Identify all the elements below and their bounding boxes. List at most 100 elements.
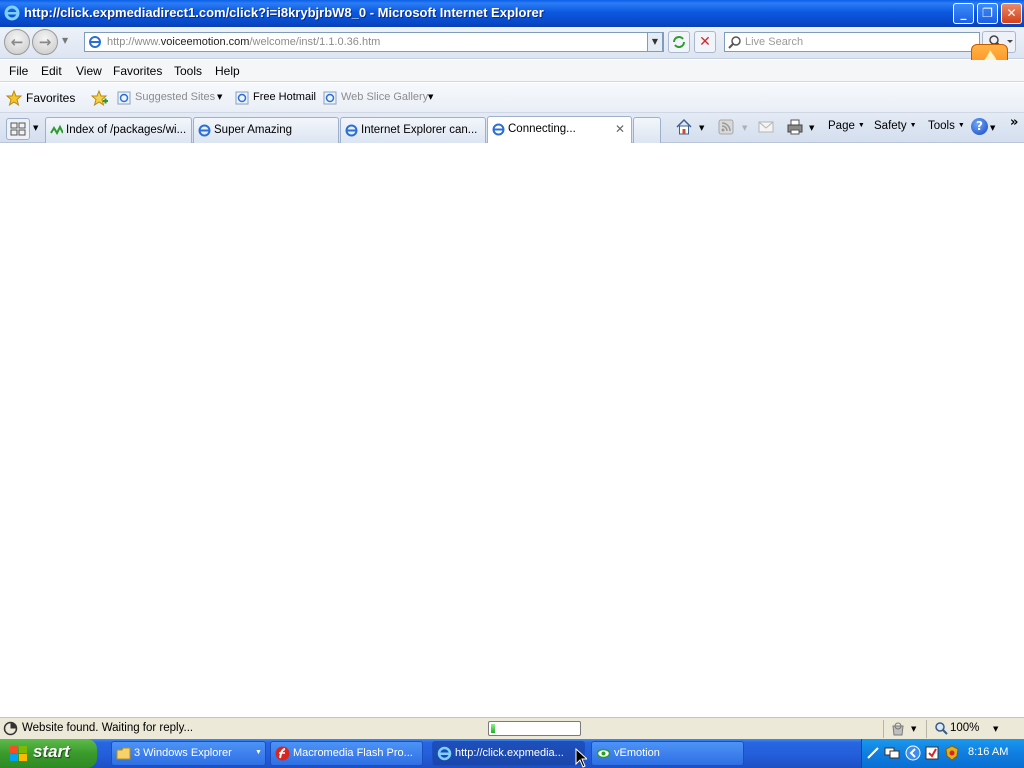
free-hotmail-link[interactable]: Free Hotmail [253,91,316,103]
star-icon [6,90,22,106]
help-dropdown-icon[interactable]: ▼ [990,124,995,132]
tray-security-icon[interactable] [924,745,940,761]
page-menu-label: Page [828,120,855,132]
favorites-bar: Favorites Suggested Sites ▼ Free Hotmail… [0,83,1024,113]
tab-super-amazing[interactable]: Super Amazing [193,117,339,143]
safety-caret-icon: ▼ [909,122,917,130]
system-tray: 8:16 AM [861,739,1024,768]
suggested-sites-link[interactable]: Suggested Sites [135,91,215,103]
menu-bar: File Edit View Favorites Tools Help [0,60,1024,82]
print-icon[interactable] [786,118,804,136]
menu-view[interactable]: View [76,64,102,78]
address-dropdown-button[interactable]: ▼ [647,32,663,52]
menu-help[interactable]: Help [215,64,240,78]
address-bar[interactable]: http://www.voiceemotion.com/welcome/inst… [84,32,664,52]
tray-back-icon[interactable] [905,745,921,761]
start-label: start [33,742,70,761]
stop-button[interactable]: ✕ [694,31,716,53]
tray-network-icon[interactable] [884,745,900,761]
tools-caret-icon: ▼ [957,122,965,130]
zoom-dropdown-icon: ▼ [993,725,999,733]
tools-menu-label: Tools [928,120,955,132]
search-input[interactable]: Live Search [724,32,980,52]
ie-page-icon [345,124,358,137]
tab-internet-explorer-cannot[interactable]: Internet Explorer can... [340,117,486,143]
minimize-button[interactable]: _ [953,3,974,24]
window-title-bar[interactable]: http://click.expmediadirect1.com/click?i… [0,0,1024,27]
suggested-sites-dropdown-icon[interactable]: ▼ [217,93,222,101]
new-tab-button[interactable] [633,117,661,143]
toolbar-overflow-icon[interactable]: » [1010,115,1018,130]
close-button[interactable]: ✕ [1001,3,1022,24]
task-label: http://click.expmedia... [455,747,564,759]
favorites-button[interactable]: Favorites [6,88,76,108]
progress-fill [491,724,495,733]
ie-logo-icon [4,5,20,21]
tab-row: ▼ Index of /packages/wi... Super Amazing… [0,113,1024,143]
web-slice-dropdown-icon[interactable]: ▼ [428,93,433,101]
page-icon [89,36,101,48]
status-bar: Website found. Waiting for reply... ▼ 10… [0,717,1024,739]
back-button[interactable]: ← [4,29,30,55]
search-icon [728,36,741,49]
tray-shield-icon[interactable] [944,745,960,761]
task-label: vEmotion [614,747,660,759]
task-windows-explorer[interactable]: 3 Windows Explorer ▼ [111,741,266,766]
window-title: http://click.expmediadirect1.com/click?i… [24,5,544,20]
help-icon[interactable]: ? [971,118,988,135]
home-dropdown-icon[interactable]: ▼ [699,124,704,132]
tab-connecting[interactable]: Connecting... ✕ [487,116,632,143]
mouse-cursor-icon [575,748,587,768]
mail-icon[interactable] [758,120,774,134]
menu-tools[interactable]: Tools [174,64,202,78]
ie-icon [437,746,452,761]
start-button[interactable]: start [0,739,97,768]
task-internet-explorer[interactable]: http://click.expmedia... [432,741,585,766]
tray-pen-icon[interactable] [866,746,880,760]
menu-edit[interactable]: Edit [41,64,62,78]
page-menu-button[interactable]: Page ▼ [828,120,865,132]
tab-index-packages[interactable]: Index of /packages/wi... [45,117,192,143]
page-caret-icon: ▼ [857,122,865,130]
taskbar: start 3 Windows Explorer ▼ Macromedia Fl… [0,739,1024,768]
search-placeholder: Live Search [745,36,804,48]
add-to-favorites-icon[interactable] [91,90,109,108]
feeds-icon[interactable] [718,119,734,135]
refresh-button[interactable] [668,31,690,53]
history-dropdown-icon[interactable]: ▼ [62,36,68,45]
loading-icon [3,721,18,736]
folder-icon [116,747,131,760]
protected-mode-dropdown-icon[interactable]: ▼ [911,725,916,733]
task-macromedia-flash[interactable]: Macromedia Flash Pro... [270,741,423,766]
restore-button[interactable]: ❐ [977,3,998,24]
ie-page-icon [198,124,211,137]
print-dropdown-icon[interactable]: ▼ [809,124,814,132]
group-dropdown-icon: ▼ [255,749,262,756]
forward-button[interactable]: → [32,29,58,55]
menu-favorites[interactable]: Favorites [113,64,162,78]
address-url[interactable]: http://www.voiceemotion.com/welcome/inst… [107,36,380,48]
hotmail-icon [235,91,249,105]
protected-mode-icon[interactable] [890,721,906,737]
feeds-dropdown-icon[interactable]: ▼ [742,124,747,132]
safety-menu-button[interactable]: Safety ▼ [874,120,917,132]
status-divider [926,720,927,738]
vemotion-icon [596,748,611,759]
status-divider [883,720,884,738]
quick-tabs-button[interactable] [6,118,30,140]
flash-icon [275,746,290,761]
zoom-control[interactable]: 100% ▼ [934,721,1012,737]
suggested-sites-icon [117,91,131,105]
address-toolbar: ← → ▼ http://www.voiceemotion.com/welcom… [0,27,1024,81]
page-content[interactable] [0,143,1024,717]
url-path: /welcome/inst/1.1.0.36.htm [249,36,381,48]
tab-label: Connecting... [508,123,576,135]
home-icon[interactable] [675,118,693,136]
tab-list-dropdown-icon[interactable]: ▼ [33,124,38,132]
close-tab-icon[interactable]: ✕ [615,122,625,136]
menu-file[interactable]: File [9,64,28,78]
web-slice-gallery-link[interactable]: Web Slice Gallery [341,91,428,103]
status-text: Website found. Waiting for reply... [22,722,194,734]
task-vemotion[interactable]: vEmotion [591,741,744,766]
tools-menu-button[interactable]: Tools ▼ [928,120,965,132]
